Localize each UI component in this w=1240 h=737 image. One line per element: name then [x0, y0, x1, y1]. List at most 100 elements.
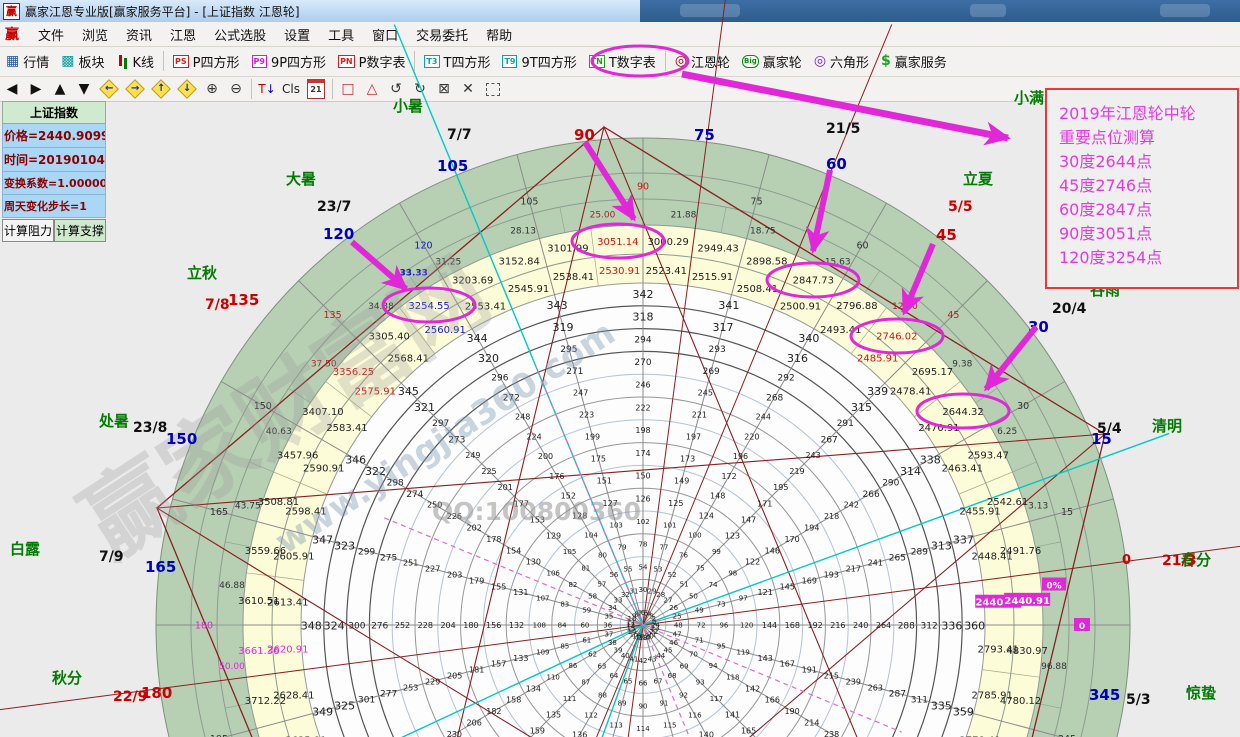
svg-text:223: 223 [579, 411, 594, 420]
svg-text:118: 118 [726, 673, 739, 681]
hexagon-button[interactable]: ◎六角形 [808, 52, 875, 71]
calc-resistance-button[interactable]: 计算阻力 [2, 219, 54, 242]
svg-text:277: 277 [380, 690, 397, 700]
menu-item-6[interactable]: 工具 [319, 23, 363, 46]
svg-text:9: 9 [632, 613, 636, 621]
rotate-cw-icon[interactable]: ↻ [408, 78, 432, 100]
page-down-icon[interactable]: ▼ [72, 78, 96, 100]
svg-text:270: 270 [634, 358, 651, 368]
menu-item-8[interactable]: 交易委托 [407, 23, 477, 46]
svg-text:247: 247 [573, 389, 588, 398]
svg-text:291: 291 [837, 419, 854, 429]
t9-square-button[interactable]: T99T四方形 [496, 52, 582, 71]
quotes-button[interactable]: ▦行情 [0, 52, 55, 71]
t-square-button[interactable]: T3T四方形 [418, 52, 496, 71]
menu-item-5[interactable]: 设置 [275, 23, 319, 46]
svg-text:83: 83 [560, 601, 569, 609]
p-square-button[interactable]: PSP四方形 [167, 52, 245, 71]
svg-text:145: 145 [780, 582, 795, 591]
svg-text:2568.41: 2568.41 [388, 353, 429, 364]
svg-text:319: 319 [553, 321, 574, 334]
diamond-down-icon[interactable]: ↓ [177, 79, 197, 99]
page-up-icon[interactable]: ▲ [48, 78, 72, 100]
forward-icon[interactable]: ▶ [24, 78, 48, 100]
rect-tool-icon[interactable]: □ [336, 78, 360, 100]
gann-wheel-button[interactable]: ◎江恩轮 [669, 52, 736, 71]
diamond-right-icon[interactable]: → [125, 79, 145, 99]
svg-text:141: 141 [725, 711, 740, 720]
center-tool-icon[interactable]: ✕ [456, 78, 480, 100]
winner-wheel-button[interactable]: Big赢家轮 [736, 52, 808, 71]
menu-item-9[interactable]: 帮助 [477, 23, 521, 46]
svg-text:2538.41: 2538.41 [553, 272, 594, 283]
svg-text:109: 109 [536, 648, 549, 656]
menu-item-7[interactable]: 窗口 [363, 23, 407, 46]
menu-item-2[interactable]: 资讯 [117, 23, 161, 46]
kline-button[interactable]: K线 [111, 52, 161, 71]
svg-text:2500.91: 2500.91 [780, 302, 821, 313]
svg-text:3407.10: 3407.10 [302, 407, 343, 418]
cls-icon[interactable]: Cls [279, 78, 303, 100]
clear-tool-icon[interactable]: ⊠ [432, 78, 456, 100]
svg-text:230: 230 [447, 730, 462, 737]
svg-text:276: 276 [371, 622, 388, 632]
p9-square-button[interactable]: P99P四方形 [246, 52, 333, 71]
menu-item-3[interactable]: 江恩 [161, 23, 205, 46]
svg-text:196: 196 [733, 452, 748, 461]
svg-text:197: 197 [686, 433, 701, 442]
svg-text:3000.29: 3000.29 [648, 237, 689, 248]
titlebar-right-area [640, 0, 1240, 22]
menu-item-1[interactable]: 浏览 [73, 23, 117, 46]
sectors-button[interactable]: ▩板块 [55, 52, 110, 71]
wheel-label-10: 春分 [1181, 551, 1211, 569]
wheel-label-1: 大暑 [286, 170, 316, 188]
p-table-button[interactable]: PNP数字表 [332, 52, 411, 71]
t-table-button[interactable]: TNT数字表 [583, 52, 662, 71]
svg-text:6.25: 6.25 [997, 427, 1017, 437]
svg-text:121: 121 [758, 588, 773, 597]
wheel-label-15: 23/8 [133, 420, 167, 436]
price-axis-icon[interactable]: T↓ [255, 78, 279, 100]
diamond-left-icon[interactable]: ← [99, 79, 119, 99]
svg-text:88: 88 [598, 692, 607, 700]
menu-item-4[interactable]: 公式选股 [205, 23, 275, 46]
winner-service-button[interactable]: $赢家服务 [875, 52, 953, 71]
zoom-in-icon[interactable]: ⊕ [200, 78, 224, 100]
diamond-up-icon[interactable]: ↑ [151, 79, 171, 99]
select-tool-icon[interactable] [486, 83, 500, 96]
svg-text:175: 175 [591, 455, 606, 464]
svg-text:2542.61: 2542.61 [987, 497, 1028, 508]
wheel-label-36: 345 [1089, 686, 1120, 704]
svg-text:131: 131 [513, 588, 528, 597]
t-square-button-label: T四方形 [444, 52, 491, 71]
svg-text:0%: 0% [1046, 582, 1061, 592]
menu-item-0[interactable]: 文件 [29, 23, 73, 46]
svg-text:359: 359 [953, 705, 974, 718]
svg-text:173: 173 [680, 455, 695, 464]
svg-text:45: 45 [664, 647, 673, 655]
svg-text:18: 18 [639, 634, 648, 642]
svg-text:21.88: 21.88 [671, 211, 697, 221]
back-icon[interactable]: ◀ [0, 78, 24, 100]
zoom-out-icon[interactable]: ⊖ [224, 78, 248, 100]
svg-text:25.00: 25.00 [590, 211, 616, 221]
annotation-arrow-0 [585, 142, 634, 219]
svg-text:215: 215 [824, 672, 839, 681]
svg-text:3661.36: 3661.36 [238, 646, 279, 657]
svg-text:342: 342 [633, 288, 654, 301]
svg-text:324: 324 [324, 620, 345, 633]
rotate-ccw-icon[interactable]: ↺ [384, 78, 408, 100]
svg-text:2613.41: 2613.41 [267, 598, 308, 609]
triangle-tool-icon[interactable]: △ [360, 78, 384, 100]
calendar-icon[interactable]: 21 [307, 79, 325, 99]
svg-text:107: 107 [536, 595, 549, 603]
menu-bar-items: 文件浏览资讯江恩公式选股设置工具窗口交易委托帮助 [29, 23, 521, 46]
svg-text:216: 216 [830, 621, 845, 630]
svg-text:126: 126 [635, 495, 650, 504]
svg-text:128: 128 [572, 511, 587, 520]
highlight-ellipse-45 [851, 319, 943, 353]
calc-support-button[interactable]: 计算支撑 [54, 219, 106, 242]
svg-text:242: 242 [844, 501, 859, 510]
watermark-1: www.yingjia360.com [268, 313, 622, 562]
svg-text:241: 241 [868, 559, 883, 568]
